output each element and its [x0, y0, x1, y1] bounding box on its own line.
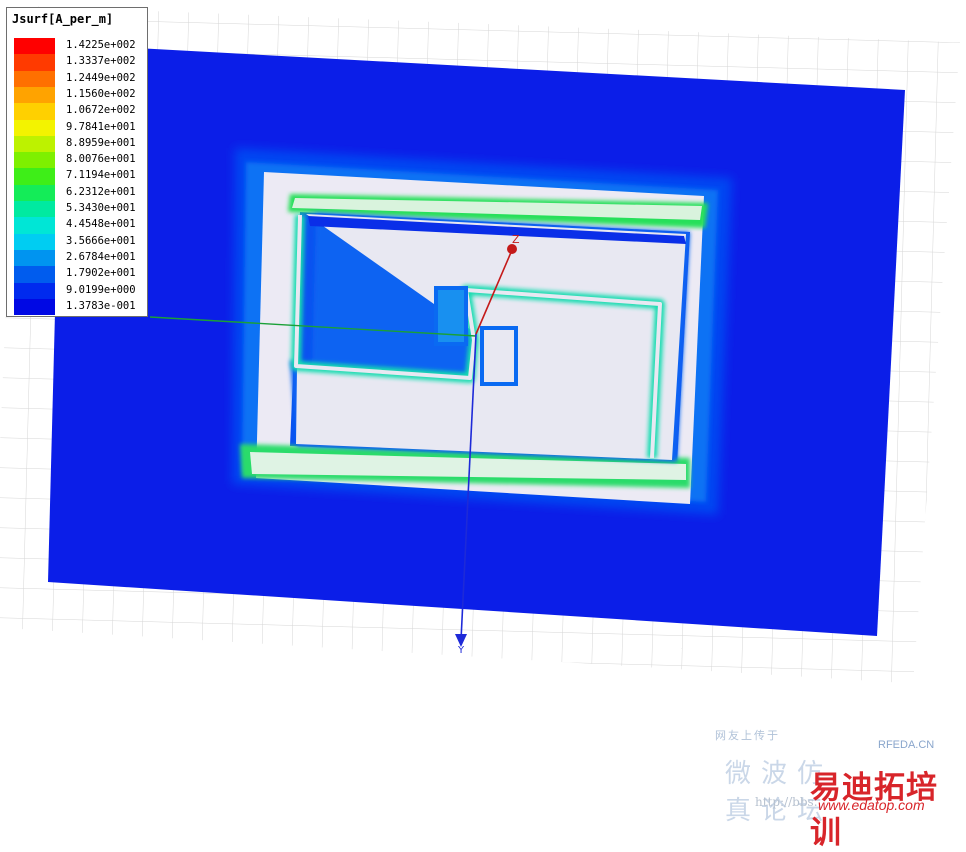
legend-swatch [14, 86, 55, 104]
legend-label: 1.7902e+001 [66, 267, 136, 280]
rfeda-text: RFEDA.CN [878, 739, 935, 751]
legend-label: 3.5666e+001 [66, 234, 136, 247]
legend-swatch [14, 266, 55, 283]
legend-swatch [14, 135, 55, 153]
legend-label: 2.6784e+001 [66, 250, 136, 263]
legend-label: 5.3430e+001 [66, 202, 136, 214]
legend-label: 7.1194e+001 [66, 169, 136, 182]
legend-label: 1.3337e+002 [66, 55, 136, 68]
legend-swatch [14, 168, 55, 185]
y-axis-label: Y [457, 645, 465, 656]
legend-swatch [14, 54, 55, 71]
legend-swatch [14, 298, 55, 316]
watermark-url: http://bbs. [755, 795, 818, 809]
legend-swatch [14, 38, 55, 55]
legend-label: 6.2312e+001 [66, 185, 136, 198]
legend-swatch [14, 119, 55, 136]
legend-label: 9.7841e+001 [66, 120, 136, 133]
legend-swatch [14, 233, 55, 250]
legend-swatch [14, 201, 55, 218]
z-axis-label: Z [512, 233, 520, 246]
legend-label: 1.4225e+002 [66, 39, 136, 51]
legend-label: 1.2449e+002 [66, 71, 136, 84]
legend-swatch [14, 184, 55, 202]
legend-swatch [14, 249, 55, 267]
color-legend[interactable]: Jsurf[A_per_m] 1.4225e+002 1.3337e+002 1.2… [6, 7, 148, 317]
legend-swatch [14, 103, 55, 120]
legend-swatch [14, 152, 55, 169]
watermark-top-text: 网友上传于 [715, 729, 780, 742]
legend-label: 1.3783e-001 [66, 299, 136, 312]
legend-label: 9.0199e+000 [66, 283, 136, 296]
legend-title: Jsurf[A_per_m] [12, 12, 114, 26]
legend-swatch [14, 70, 55, 87]
legend-label: 1.1560e+002 [66, 87, 136, 100]
brand-url: www.edatop.com [818, 797, 925, 813]
legend-label: 1.0672e+002 [66, 104, 136, 117]
legend-swatch [14, 217, 55, 234]
legend-swatch [14, 282, 55, 299]
legend-label: 8.0076e+001 [66, 153, 136, 166]
legend-label: 4.4548e+001 [66, 218, 136, 231]
legend-label: 8.8959e+001 [66, 136, 136, 149]
